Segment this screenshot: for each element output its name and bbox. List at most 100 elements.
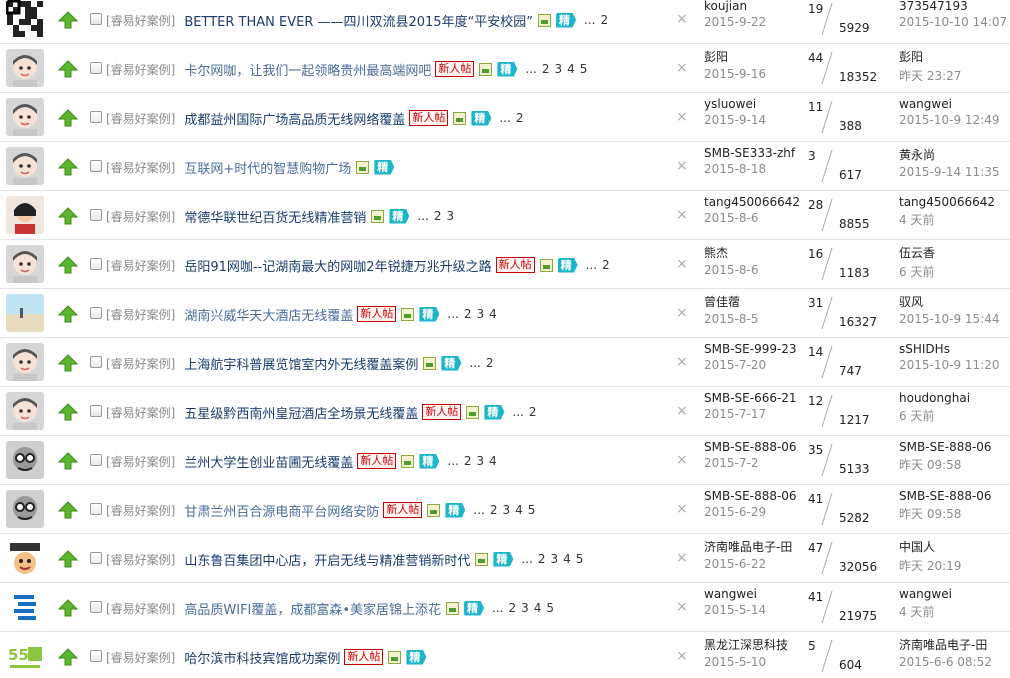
avatar[interactable]: 55 [6, 637, 44, 675]
page-link[interactable]: 4 [489, 454, 497, 468]
close-icon[interactable]: × [676, 11, 688, 27]
category-tag[interactable]: [睿易好案例] [106, 61, 175, 78]
thread-title[interactable]: 哈尔滨市科技宾馆成功案例 [184, 648, 340, 667]
author-name[interactable]: SMB-SE-888-06 [704, 489, 804, 503]
select-checkbox[interactable] [90, 650, 102, 662]
last-poster[interactable]: 373547193 [899, 0, 1009, 13]
up-arrow-icon[interactable] [58, 354, 78, 372]
select-checkbox[interactable] [90, 552, 102, 564]
page-link[interactable]: 3 [476, 307, 484, 321]
author-name[interactable]: 彭阳 [704, 48, 804, 65]
page-link[interactable]: 4 [534, 601, 542, 615]
category-tag[interactable]: [睿易好案例] [106, 453, 175, 470]
page-link[interactable]: 3 [476, 454, 484, 468]
up-arrow-icon[interactable] [58, 158, 78, 176]
category-tag[interactable]: [睿易好案例] [106, 551, 175, 568]
last-poster[interactable]: SMB-SE-888-06 [899, 489, 1009, 503]
author-name[interactable]: SMB-SE333-zhf [704, 146, 804, 160]
thread-title[interactable]: 上海航宇科普展览馆室内外无线覆盖案例 [184, 354, 418, 373]
author-name[interactable]: tang450066642 [704, 195, 804, 209]
category-tag[interactable]: [睿易好案例] [106, 649, 175, 666]
page-link[interactable]: ... [521, 552, 532, 566]
thread-title[interactable]: 常德华联世纪百货无线精准营销 [184, 207, 366, 226]
page-link[interactable]: 2 [509, 601, 517, 615]
page-link[interactable]: 5 [528, 503, 536, 517]
avatar[interactable] [6, 343, 44, 381]
author-name[interactable]: 黑龙江深思科技 [704, 636, 804, 653]
last-poster[interactable]: SMB-SE-888-06 [899, 440, 1009, 454]
last-poster[interactable]: wangwei [899, 97, 1009, 111]
page-link[interactable]: 2 [490, 503, 498, 517]
select-checkbox[interactable] [90, 601, 102, 613]
category-tag[interactable]: [睿易好案例] [106, 12, 175, 29]
page-link[interactable]: ... [492, 601, 503, 615]
author-name[interactable]: wangwei [704, 587, 804, 601]
page-link[interactable]: 5 [546, 601, 554, 615]
up-arrow-icon[interactable] [58, 60, 78, 78]
select-checkbox[interactable] [90, 160, 102, 172]
page-link[interactable]: 2 [601, 13, 609, 27]
last-post-time[interactable]: 2015-10-9 15:44 [899, 312, 1009, 326]
select-checkbox[interactable] [90, 405, 102, 417]
last-post-time[interactable]: 4 天前 [899, 603, 1009, 620]
last-poster[interactable]: 伍云香 [899, 244, 1009, 261]
category-tag[interactable]: [睿易好案例] [106, 306, 175, 323]
last-post-time[interactable]: 2015-10-9 12:49 [899, 113, 1009, 127]
select-checkbox[interactable] [90, 62, 102, 74]
avatar[interactable] [6, 490, 44, 528]
close-icon[interactable]: × [676, 648, 688, 664]
thread-title[interactable]: 湖南兴威华天大酒店无线覆盖 [184, 305, 353, 324]
avatar[interactable] [6, 49, 44, 87]
page-link[interactable]: 4 [489, 307, 497, 321]
select-checkbox[interactable] [90, 307, 102, 319]
close-icon[interactable]: × [676, 501, 688, 517]
page-link[interactable]: ... [499, 111, 510, 125]
page-link[interactable]: 3 [554, 62, 562, 76]
last-poster[interactable]: sSHIDHs [899, 342, 1009, 356]
up-arrow-icon[interactable] [58, 256, 78, 274]
last-post-time[interactable]: 昨天 09:58 [899, 505, 1009, 522]
page-link[interactable]: ... [447, 307, 458, 321]
last-poster[interactable]: tang450066642 [899, 195, 1009, 209]
last-post-time[interactable]: 2015-10-9 11:20 [899, 358, 1009, 372]
page-link[interactable]: ... [512, 405, 523, 419]
thread-title[interactable]: 五星级黔西南州皇冠酒店全场景无线覆盖 [184, 403, 418, 422]
page-link[interactable]: 2 [602, 258, 610, 272]
author-name[interactable]: SMB-SE-666-21 [704, 391, 804, 405]
page-link[interactable]: ... [417, 209, 428, 223]
last-post-time[interactable]: 2015-6-6 08:52 [899, 655, 1009, 669]
last-poster[interactable]: wangwei [899, 587, 1009, 601]
page-link[interactable]: 3 [446, 209, 454, 223]
last-poster[interactable]: 中国人 [899, 538, 1009, 555]
up-arrow-icon[interactable] [58, 501, 78, 519]
last-post-time[interactable]: 昨天 09:58 [899, 456, 1009, 473]
close-icon[interactable]: × [676, 452, 688, 468]
avatar[interactable] [6, 588, 44, 626]
page-link[interactable]: 3 [502, 503, 510, 517]
last-post-time[interactable]: 2015-9-14 11:35 [899, 165, 1009, 179]
select-checkbox[interactable] [90, 356, 102, 368]
category-tag[interactable]: [睿易好案例] [106, 257, 175, 274]
category-tag[interactable]: [睿易好案例] [106, 208, 175, 225]
thread-title[interactable]: 高品质WIFI覆盖，成都富森•美家居锦上添花 [184, 599, 441, 618]
close-icon[interactable]: × [676, 550, 688, 566]
page-link[interactable]: ... [586, 258, 597, 272]
author-name[interactable]: 济南唯品电子-田 [704, 538, 804, 555]
page-link[interactable]: 4 [567, 62, 575, 76]
page-link[interactable]: 2 [538, 552, 546, 566]
page-link[interactable]: 4 [515, 503, 523, 517]
last-post-time[interactable]: 6 天前 [899, 407, 1009, 424]
page-link[interactable]: ... [473, 503, 484, 517]
page-link[interactable]: 2 [542, 62, 550, 76]
category-tag[interactable]: [睿易好案例] [106, 110, 175, 127]
close-icon[interactable]: × [676, 403, 688, 419]
last-post-time[interactable]: 4 天前 [899, 211, 1009, 228]
select-checkbox[interactable] [90, 13, 102, 25]
thread-title[interactable]: BETTER THAN EVER ——四川双流县2015年度“平安校园” [184, 11, 533, 30]
close-icon[interactable]: × [676, 207, 688, 223]
page-link[interactable]: 3 [521, 601, 529, 615]
select-checkbox[interactable] [90, 503, 102, 515]
author-name[interactable]: koujian [704, 0, 804, 13]
page-link[interactable]: 2 [464, 307, 472, 321]
page-link[interactable]: 4 [563, 552, 571, 566]
